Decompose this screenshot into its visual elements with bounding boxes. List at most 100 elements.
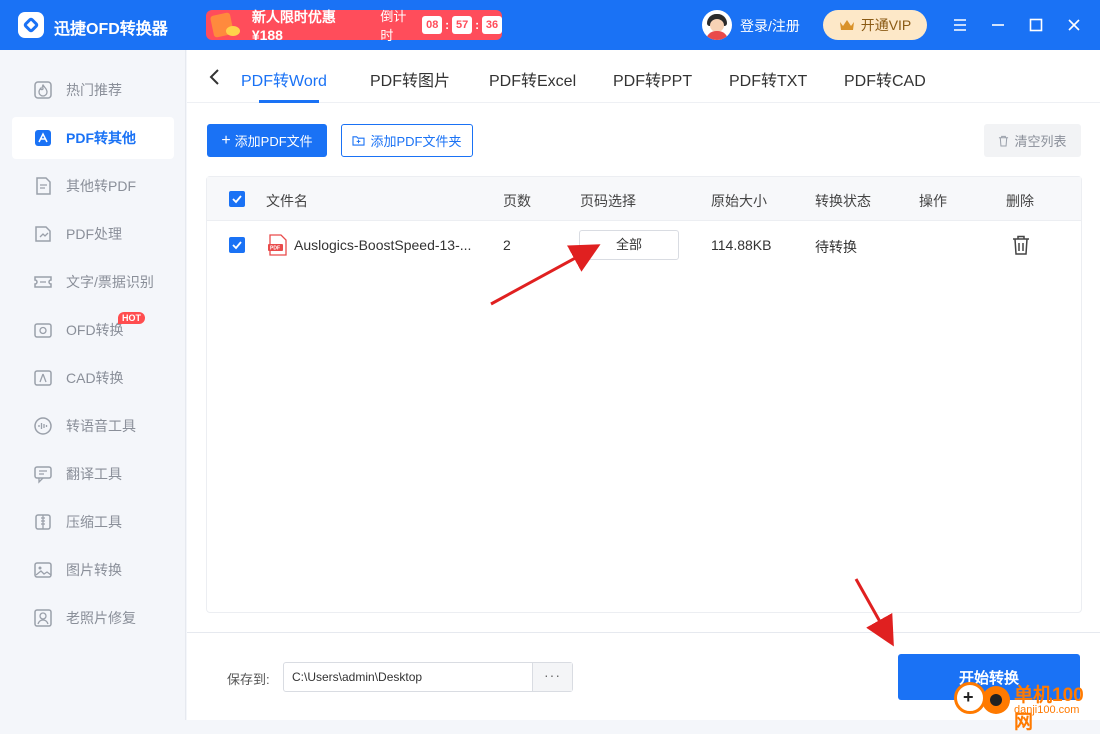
hot-recommend-icon <box>32 79 54 101</box>
table-row[interactable]: PDF Auslogics-BoostSpeed-13-... 2 全部 114… <box>207 222 1081 270</box>
browse-button[interactable]: ··· <box>532 663 572 691</box>
crown-icon <box>839 20 854 30</box>
tab-pdf-to-word[interactable]: PDF转Word <box>241 67 327 91</box>
translate-icon <box>32 463 54 485</box>
ofd-icon <box>32 319 54 341</box>
save-path-field[interactable]: C:\Users\admin\Desktop ··· <box>283 662 573 692</box>
sidebar-item-cad[interactable]: CAD转换 <box>12 357 174 399</box>
login-link[interactable]: 登录/注册 <box>740 16 800 36</box>
pdf-file-icon: PDF <box>268 234 287 256</box>
sidebar-item-label: 文字/票据识别 <box>66 274 154 290</box>
sidebar-item-label: PDF转其他 <box>66 130 136 146</box>
sidebar-item-label: 老照片修复 <box>66 610 136 626</box>
sidebar-item-label: 压缩工具 <box>66 514 122 530</box>
col-filename: 文件名 <box>266 193 308 209</box>
app-logo-icon <box>18 12 44 38</box>
row-status: 待转换 <box>815 239 857 255</box>
add-file-label: 添加PDF文件 <box>234 134 313 149</box>
sidebar-item-ofd[interactable]: OFD转换 HOT <box>12 309 174 351</box>
minimize-icon[interactable] <box>987 14 1009 36</box>
sidebar-item-label: CAD转换 <box>66 370 124 386</box>
ocr-icon <box>32 271 54 293</box>
tab-pdf-to-ppt[interactable]: PDF转PPT <box>613 67 692 91</box>
sidebar: 热门推荐 PDF转其他 其他转PDF PDF处理 文字/票据识别 OFD转换 H… <box>0 50 186 720</box>
sidebar-item-other-to-pdf[interactable]: 其他转PDF <box>12 165 174 207</box>
menu-icon[interactable] <box>949 14 971 36</box>
pdf-process-icon <box>32 223 54 245</box>
pdf-convert-icon <box>32 127 54 149</box>
countdown-label: 倒计时 <box>380 9 407 43</box>
compress-icon <box>32 511 54 533</box>
countdown-hours: 08 <box>422 16 443 34</box>
sidebar-item-label: 转语音工具 <box>66 418 136 434</box>
tab-pdf-to-excel[interactable]: PDF转Excel <box>489 67 576 91</box>
sidebar-item-pdf-to-other[interactable]: PDF转其他 <box>12 117 174 159</box>
sidebar-item-translate[interactable]: 翻译工具 <box>12 453 174 495</box>
countdown-minutes: 57 <box>452 16 473 34</box>
add-folder-label: 添加PDF文件夹 <box>370 134 462 149</box>
col-size: 原始大小 <box>711 193 767 209</box>
watermark: + 单机100网 danji100.com <box>950 678 1100 733</box>
watermark-plus-icon: + <box>954 682 986 714</box>
row-checkbox[interactable] <box>229 237 245 253</box>
active-tab-indicator <box>259 100 319 103</box>
row-pages: 2 <box>503 237 511 253</box>
tab-pdf-to-txt[interactable]: PDF转TXT <box>729 67 807 91</box>
save-path-value: C:\Users\admin\Desktop <box>292 670 423 684</box>
avatar[interactable] <box>702 10 732 40</box>
sidebar-item-label: PDF处理 <box>66 226 122 242</box>
page-select-input[interactable]: 全部 <box>579 230 679 260</box>
image-icon <box>32 559 54 581</box>
delete-icon[interactable] <box>1012 235 1030 255</box>
col-pages: 页数 <box>503 193 531 209</box>
vip-button[interactable]: 开通VIP <box>823 10 927 40</box>
clear-list-button[interactable]: 清空列表 <box>984 124 1081 157</box>
main-panel: PDF转Word PDF转图片 PDF转Excel PDF转PPT PDF转TX… <box>187 50 1100 720</box>
countdown-seconds: 36 <box>482 16 503 34</box>
row-filename: Auslogics-BoostSpeed-13-... <box>294 237 472 253</box>
watermark-url: danji100.com <box>1014 704 1080 716</box>
sidebar-item-label: 其他转PDF <box>66 178 136 194</box>
tab-pdf-to-cad[interactable]: PDF转CAD <box>844 67 926 91</box>
close-icon[interactable] <box>1063 14 1085 36</box>
col-page-select: 页码选择 <box>580 193 636 209</box>
sidebar-item-image[interactable]: 图片转换 <box>12 549 174 591</box>
col-delete: 删除 <box>1006 193 1034 209</box>
folder-icon <box>352 136 366 146</box>
app-title: 迅捷OFD转换器 <box>54 21 168 38</box>
sidebar-item-label: 图片转换 <box>66 562 122 578</box>
sidebar-item-ocr[interactable]: 文字/票据识别 <box>12 261 174 303</box>
sidebar-item-compress[interactable]: 压缩工具 <box>12 501 174 543</box>
sidebar-item-label: 翻译工具 <box>66 466 122 482</box>
promo-banner[interactable]: 新人限时优惠 ¥188 倒计时 08 : 57 : 36 <box>206 9 503 43</box>
gift-icon <box>206 10 246 40</box>
clear-list-label: 清空列表 <box>1014 134 1067 149</box>
watermark-logo-icon <box>982 686 1010 714</box>
back-chevron-icon[interactable] <box>205 67 225 87</box>
plus-icon: + <box>221 131 231 149</box>
sidebar-item-photo-repair[interactable]: 老照片修复 <box>12 597 174 639</box>
file-list-panel: 文件名 页数 页码选择 原始大小 转换状态 操作 删除 PDF Auslogic… <box>206 176 1082 613</box>
trash-small-icon <box>999 135 1009 147</box>
sidebar-item-label: 热门推荐 <box>66 82 122 98</box>
col-status: 转换状态 <box>815 193 871 209</box>
sidebar-item-pdf-process[interactable]: PDF处理 <box>12 213 174 255</box>
add-pdf-file-button[interactable]: + 添加PDF文件 <box>207 124 327 157</box>
maximize-icon[interactable] <box>1025 14 1047 36</box>
hot-badge: HOT <box>118 312 145 324</box>
save-to-label: 保存到: <box>227 672 270 687</box>
sidebar-item-hot[interactable]: 热门推荐 <box>12 69 174 111</box>
cad-icon <box>32 367 54 389</box>
voice-icon <box>32 415 54 437</box>
to-pdf-icon <box>32 175 54 197</box>
table-header: 文件名 页数 页码选择 原始大小 转换状态 操作 删除 <box>207 177 1081 221</box>
promo-text: 新人限时优惠 ¥188 <box>251 9 336 43</box>
add-pdf-folder-button[interactable]: 添加PDF文件夹 <box>341 124 473 157</box>
tab-bar: PDF转Word PDF转图片 PDF转Excel PDF转PPT PDF转TX… <box>187 50 1100 103</box>
tab-pdf-to-image[interactable]: PDF转图片 <box>370 67 450 91</box>
select-all-checkbox[interactable] <box>229 191 245 207</box>
sidebar-item-voice[interactable]: 转语音工具 <box>12 405 174 447</box>
row-size: 114.88KB <box>711 237 772 253</box>
sidebar-item-label: OFD转换 <box>66 322 124 338</box>
col-action: 操作 <box>919 193 947 209</box>
